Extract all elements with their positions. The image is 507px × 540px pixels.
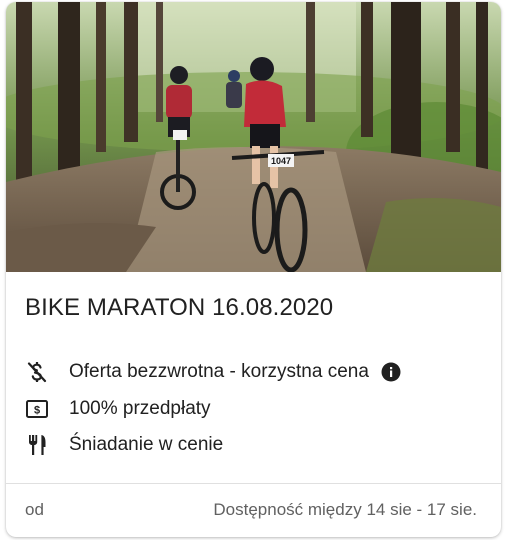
no-money-icon <box>24 359 50 385</box>
feature-label: 100% przedpłaty <box>69 397 211 419</box>
footer-divider <box>6 483 501 484</box>
feature-list: Oferta bezzwrotna - korzystna cena $ 100… <box>24 354 484 464</box>
offer-photo: 1047 <box>6 2 501 272</box>
offer-title: BIKE MARATON 16.08.2020 <box>25 294 334 321</box>
bib-number: 1047 <box>271 156 291 166</box>
feature-label: Oferta bezzwrotna - korzystna cena <box>69 361 369 383</box>
price-from-label: od <box>25 500 44 519</box>
feature-item-prepayment: $ 100% przedpłaty <box>24 391 484 428</box>
feature-item-breakfast: Śniadanie w cenie <box>24 427 484 464</box>
cash-icon: $ <box>24 396 50 422</box>
cutlery-icon <box>24 432 50 458</box>
offer-card[interactable]: 1047 BIKE MARATON 16.08.2020 Oferta bezz… <box>6 2 501 537</box>
info-icon[interactable] <box>381 362 401 382</box>
availability-text: Dostępność między 14 sie - 17 sie. <box>213 500 477 519</box>
svg-text:$: $ <box>34 404 40 416</box>
feature-label: Śniadanie w cenie <box>69 434 224 456</box>
feature-item-refund-policy: Oferta bezzwrotna - korzystna cena <box>24 354 484 391</box>
